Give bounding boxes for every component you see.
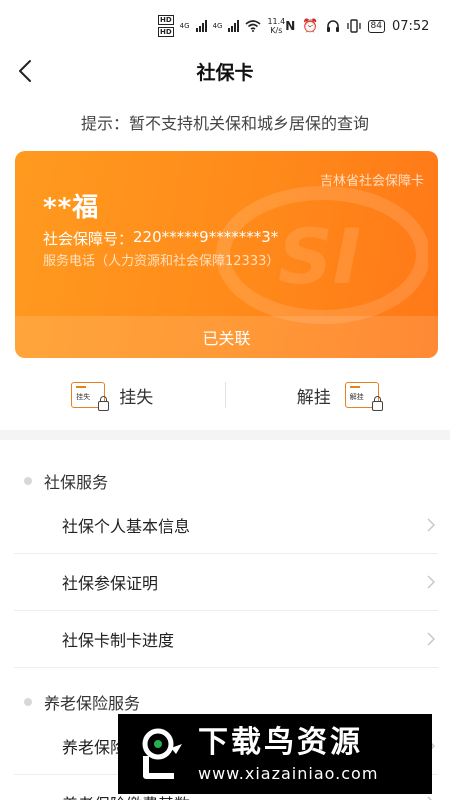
card-status: 已关联 [202, 329, 251, 348]
section-header-pension-services: 养老保险服务 [24, 690, 140, 714]
list-item-insurance-certificate[interactable]: 社保参保证明 [14, 554, 438, 611]
signal-icon [195, 20, 207, 32]
status-left: HD HD 4G 4G 11.4 K/s [158, 15, 285, 37]
hd-icon: HD HD [158, 15, 174, 37]
status-bar: HD HD 4G 4G 11.4 K/s N ⏰ 84 07:52 [0, 0, 450, 52]
network-speed: 11.4 K/s [267, 17, 286, 35]
chevron-right-icon [427, 632, 436, 646]
svg-text:SI: SI [278, 212, 361, 301]
section-separator [0, 430, 450, 440]
promo-title: 下载鸟资源 [198, 724, 363, 760]
unfreeze-icon: 解挂 [344, 382, 383, 411]
nav-bar: 社保卡 [0, 52, 450, 90]
chevron-right-icon [427, 518, 436, 532]
report-loss-button[interactable]: 挂失 挂失 [0, 372, 225, 418]
list-item-card-progress[interactable]: 社保卡制卡进度 [14, 611, 438, 668]
network-type-a: 4G [179, 22, 190, 30]
page-title: 社保卡 [196, 62, 254, 84]
section-dot-icon [24, 698, 32, 706]
card-number-label: 社会保障号： [43, 230, 134, 248]
alarm-icon: ⏰ [302, 18, 319, 34]
signal-icon-2 [228, 20, 240, 32]
card-number-value: 220*****9*******3* [133, 228, 279, 246]
unfreeze-button[interactable]: 解挂 解挂 [226, 372, 450, 418]
hint-text: 提示：暂不支持机关保和城乡居保的查询 [80, 114, 369, 133]
vibrate-icon [346, 19, 361, 33]
battery-icon: 84 [367, 19, 385, 33]
card-number-row: 社会保障号： 220*****9*******3* [43, 228, 278, 249]
headset-icon [326, 20, 339, 32]
chevron-right-icon [427, 796, 433, 800]
report-loss-label: 挂失 [119, 387, 154, 408]
nfc-icon: N [285, 19, 296, 33]
card-actions: 挂失 挂失 解挂 解挂 [0, 372, 450, 418]
section-dot-icon [24, 477, 32, 485]
wifi-icon [245, 20, 261, 32]
card-service-phone: 服务电话（人力资源和社会保障12333） [43, 254, 280, 269]
clock: 07:52 [391, 18, 430, 34]
card-footer: 已关联 [15, 316, 438, 358]
card-issuer: 吉林省社会保障卡 [319, 174, 424, 189]
status-right: N ⏰ 84 07:52 [285, 19, 429, 34]
promo-url: www.xiazainiao.com [198, 763, 379, 783]
list-item-basic-info[interactable]: 社保个人基本信息 [14, 497, 438, 554]
promo-watermark: 下载鸟资源 www.xiazainiao.com [118, 714, 432, 794]
network-type-b: 4G [212, 22, 223, 30]
unfreeze-label: 解挂 [296, 387, 331, 408]
card-holder-name: **福 [43, 193, 100, 223]
social-security-card[interactable]: SI 吉林省社会保障卡 **福 社会保障号： 220*****9*******3… [15, 151, 438, 358]
chevron-right-icon [427, 575, 436, 589]
section-header-social-services: 社保服务 [24, 469, 108, 493]
promo-text: 下载鸟资源 www.xiazainiao.com [198, 724, 379, 783]
report-loss-icon: 挂失 [71, 382, 110, 411]
bird-logo-icon [142, 728, 182, 779]
